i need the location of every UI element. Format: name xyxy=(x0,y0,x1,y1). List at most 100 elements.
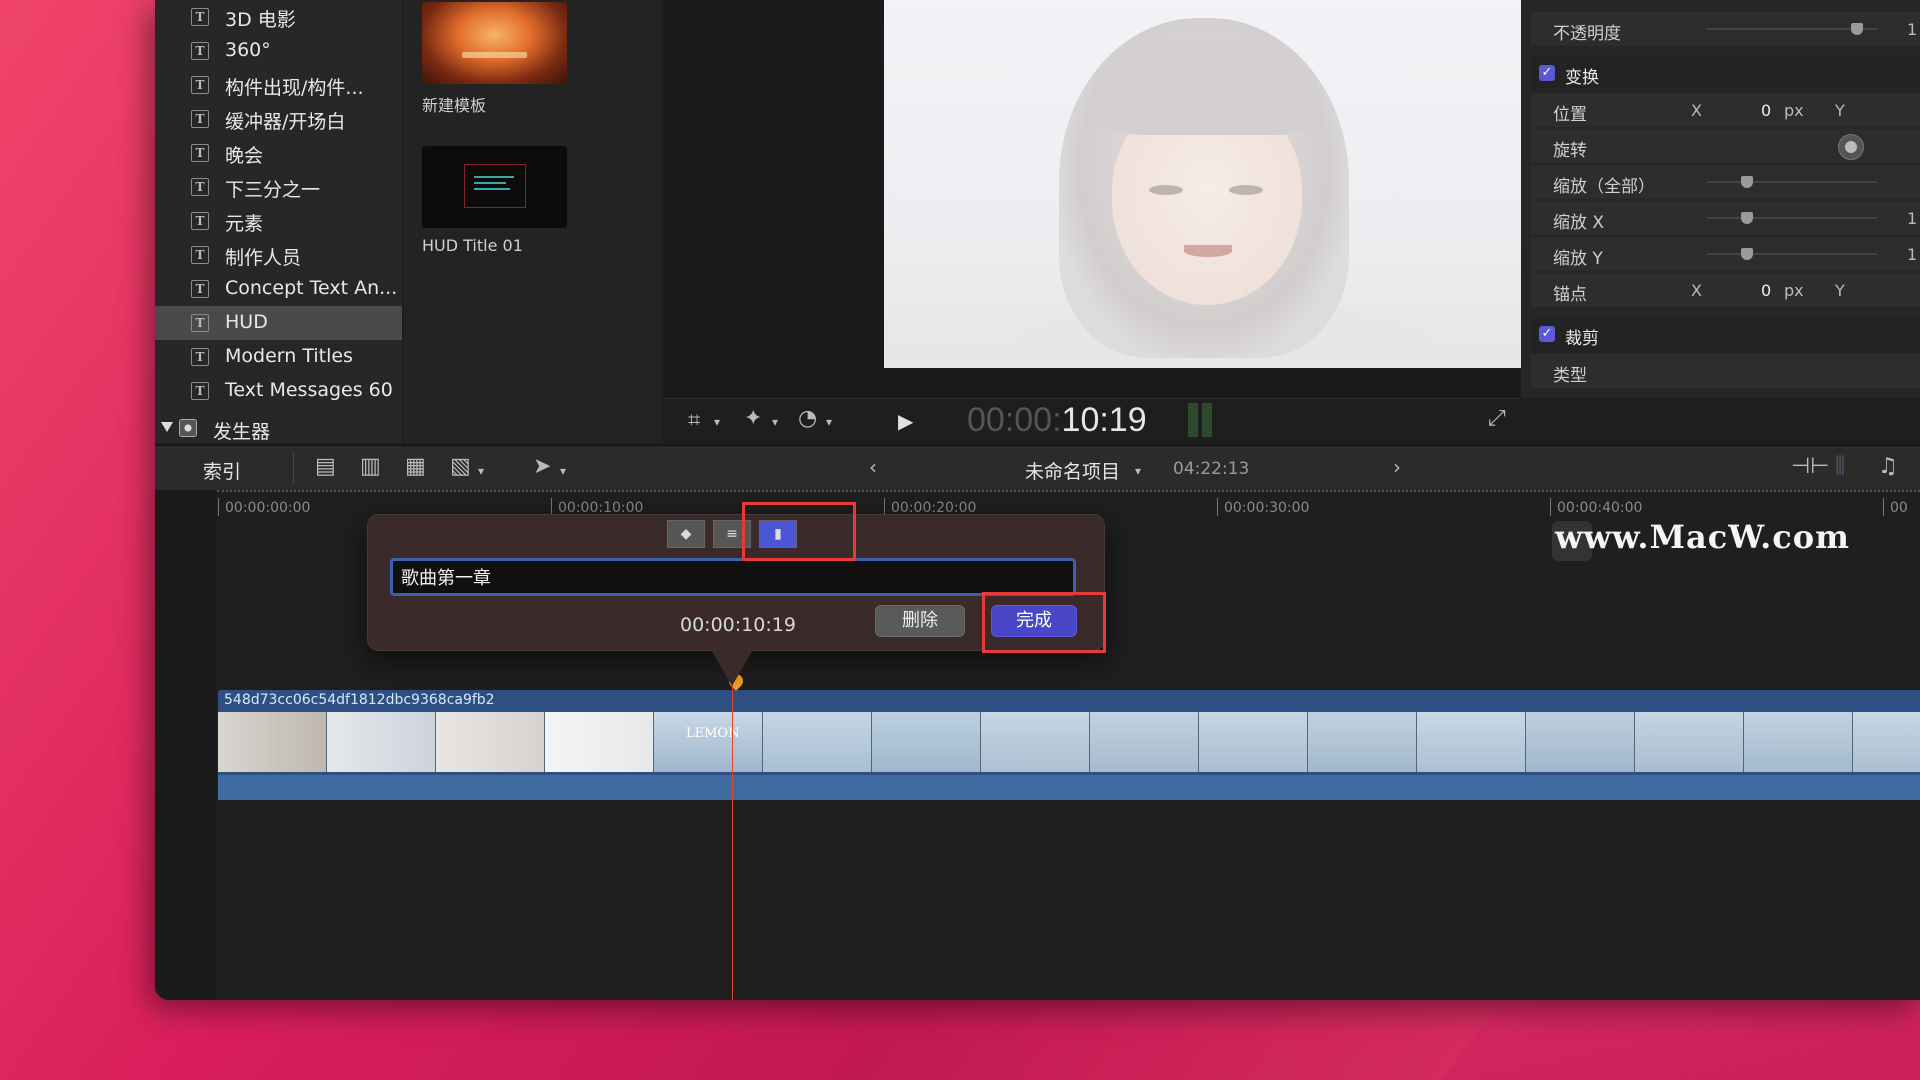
insert-clip-icon[interactable]: ▥ xyxy=(360,456,381,478)
sidebar-item-3d[interactable]: T 3D 电影 xyxy=(155,0,402,34)
inspector-row-rotation: 旋转 xyxy=(1531,129,1920,163)
template-label: 新建模板 xyxy=(422,96,487,115)
standard-marker-tab[interactable]: ◆ xyxy=(667,520,705,548)
scale-x-slider-track[interactable] xyxy=(1707,217,1877,219)
project-title[interactable]: 未命名项目 xyxy=(1025,457,1120,484)
clip-frame xyxy=(545,712,654,772)
inspector-section-transform[interactable]: ✓ 变换 xyxy=(1531,56,1920,92)
title-icon: T xyxy=(191,42,209,60)
scale-y-slider-track[interactable] xyxy=(1707,253,1877,255)
clip-frame xyxy=(872,712,981,772)
inspector-row-position: 位置 X 0 px Y xyxy=(1531,93,1920,127)
opacity-label: 不透明度 xyxy=(1553,24,1621,44)
inspector: 不透明度 1 ✓ 变换 位置 X 0 px Y 旋转 缩放（全部） 缩放 X 1… xyxy=(1521,0,1920,398)
chevron-down-icon[interactable]: ▾ xyxy=(772,411,778,433)
inspector-row-anchor: 锚点 X 0 px Y xyxy=(1531,273,1920,307)
sidebar-item-credits[interactable]: T 制作人员 xyxy=(155,238,402,272)
clip-frame xyxy=(763,712,872,772)
append-clip-icon[interactable]: ▦ xyxy=(405,456,426,478)
scale-x-slider-knob[interactable] xyxy=(1741,212,1753,224)
sidebar-item-party[interactable]: T 晚会 xyxy=(155,136,402,170)
playhead[interactable] xyxy=(732,680,733,1000)
back-arrow-icon[interactable]: ‹ xyxy=(869,456,877,478)
opacity-slider-knob[interactable] xyxy=(1851,23,1863,35)
marker-popover-pointer xyxy=(710,648,754,686)
chevron-down-icon[interactable]: ▾ xyxy=(714,411,720,433)
ruler-tick xyxy=(1883,498,1884,516)
crop-label: 裁剪 xyxy=(1565,329,1599,349)
hud-title-thumbnail[interactable] xyxy=(422,146,567,228)
timeline-toolbar: 索引 ▤ ▥ ▦ ▧ ▾ ➤ ▾ ‹ 未命名项目 ▾ 04:22:13 › ⊣⊢… xyxy=(155,445,1920,491)
anchor-x-label: X xyxy=(1691,281,1702,300)
overwrite-clip-icon[interactable]: ▧ xyxy=(450,456,471,478)
audio-meter-left xyxy=(1188,403,1198,437)
anchor-x-value[interactable]: 0 xyxy=(1761,281,1771,300)
sidebar-item-text-messages[interactable]: T Text Messages 60 xyxy=(155,374,402,408)
chevron-down-icon[interactable]: ▾ xyxy=(560,460,566,482)
solo-headphones-icon[interactable]: ♫ xyxy=(1878,456,1898,478)
position-x-value[interactable]: 0 xyxy=(1761,101,1771,120)
anchor-label: 锚点 xyxy=(1553,285,1587,305)
generator-icon xyxy=(179,419,197,437)
skimming-icon[interactable]: ⊣⊢ xyxy=(1791,456,1829,478)
disclosure-triangle-icon[interactable] xyxy=(161,422,173,432)
sidebar-item-build[interactable]: T 构件出现/构件... xyxy=(155,68,402,102)
sidebar-item-elements[interactable]: T 元素 xyxy=(155,204,402,238)
select-tool-icon[interactable]: ➤ xyxy=(533,456,551,478)
template-thumbnail[interactable] xyxy=(422,2,567,84)
sidebar-item-360[interactable]: T 360° xyxy=(155,34,402,68)
sidebar-item-label: Concept Text An... xyxy=(225,277,398,299)
highlight-chapter-tab xyxy=(742,502,856,561)
scale-all-label: 缩放（全部） xyxy=(1553,177,1655,197)
play-icon[interactable]: ▶ xyxy=(898,410,913,432)
video-clip[interactable]: 548d73cc06c54df1812dbc9368ca9fb2 LEMON xyxy=(218,690,1920,800)
clip-name: 548d73cc06c54df1812dbc9368ca9fb2 xyxy=(224,692,495,708)
scale-x-value[interactable]: 1 xyxy=(1907,209,1917,228)
clip-frame xyxy=(218,712,327,772)
fullscreen-icon[interactable]: ⤢ xyxy=(1488,408,1506,430)
title-icon: T xyxy=(191,348,209,366)
chevron-down-icon[interactable]: ▾ xyxy=(826,411,832,433)
inspector-section-crop[interactable]: ✓ 裁剪 xyxy=(1531,317,1920,353)
transform-checkbox[interactable]: ✓ xyxy=(1539,65,1555,81)
sidebar-item-label: 下三分之一 xyxy=(225,179,321,201)
crop-checkbox[interactable]: ✓ xyxy=(1539,326,1555,342)
sidebar-item-concept-text[interactable]: T Concept Text An... xyxy=(155,272,402,306)
chevron-down-icon[interactable]: ▾ xyxy=(1135,460,1141,482)
sidebar-item-modern-titles[interactable]: T Modern Titles xyxy=(155,340,402,374)
delete-marker-button[interactable]: 删除 xyxy=(875,605,965,637)
rotation-dial[interactable] xyxy=(1838,134,1864,160)
enhance-wand-icon[interactable]: ✦ xyxy=(744,408,762,430)
audio-skimming-icon[interactable]: ⫼ xyxy=(1835,456,1845,478)
sidebar-item-lower-thirds[interactable]: T 下三分之一 xyxy=(155,170,402,204)
highlight-done-button xyxy=(982,592,1106,653)
scale-y-value[interactable]: 1 xyxy=(1907,245,1917,264)
scale-y-slider-knob[interactable] xyxy=(1741,248,1753,260)
forward-arrow-icon[interactable]: › xyxy=(1393,456,1401,478)
clip-frame: LEMON xyxy=(654,712,763,772)
opacity-value[interactable]: 1 xyxy=(1907,20,1917,39)
clip-frame xyxy=(1744,712,1853,772)
crop-tool-icon[interactable]: ⌗ xyxy=(688,410,700,432)
marker-name-input[interactable] xyxy=(390,558,1076,596)
toolbar-divider xyxy=(293,452,294,484)
scale-all-slider-knob[interactable] xyxy=(1741,176,1753,188)
video-frame xyxy=(884,0,1562,368)
audio-meter-right xyxy=(1202,403,1212,437)
rotation-label: 旋转 xyxy=(1553,141,1587,161)
inspector-row-scale-y: 缩放 Y 1 xyxy=(1531,237,1920,271)
video-subject-fringe xyxy=(1099,40,1319,135)
index-button[interactable]: 索引 xyxy=(203,457,241,484)
ruler-tick xyxy=(1217,498,1218,516)
sidebar-item-bumper[interactable]: T 缓冲器/开场白 xyxy=(155,102,402,136)
retime-icon[interactable]: ◔ xyxy=(798,408,817,430)
sidebar-group-generators[interactable]: 发生器 xyxy=(155,412,402,446)
chevron-down-icon[interactable]: ▾ xyxy=(478,460,484,482)
sidebar-item-label: 缓冲器/开场白 xyxy=(225,111,346,133)
viewer: ⌗ ▾ ✦ ▾ ◔ ▾ ▶ ⤢ xyxy=(664,0,1562,447)
title-icon: T xyxy=(191,212,209,230)
connect-clip-icon[interactable]: ▤ xyxy=(315,456,336,478)
sidebar-item-hud[interactable]: T HUD xyxy=(155,306,402,340)
title-icon: T xyxy=(191,76,209,94)
scale-all-slider-track[interactable] xyxy=(1707,181,1877,183)
